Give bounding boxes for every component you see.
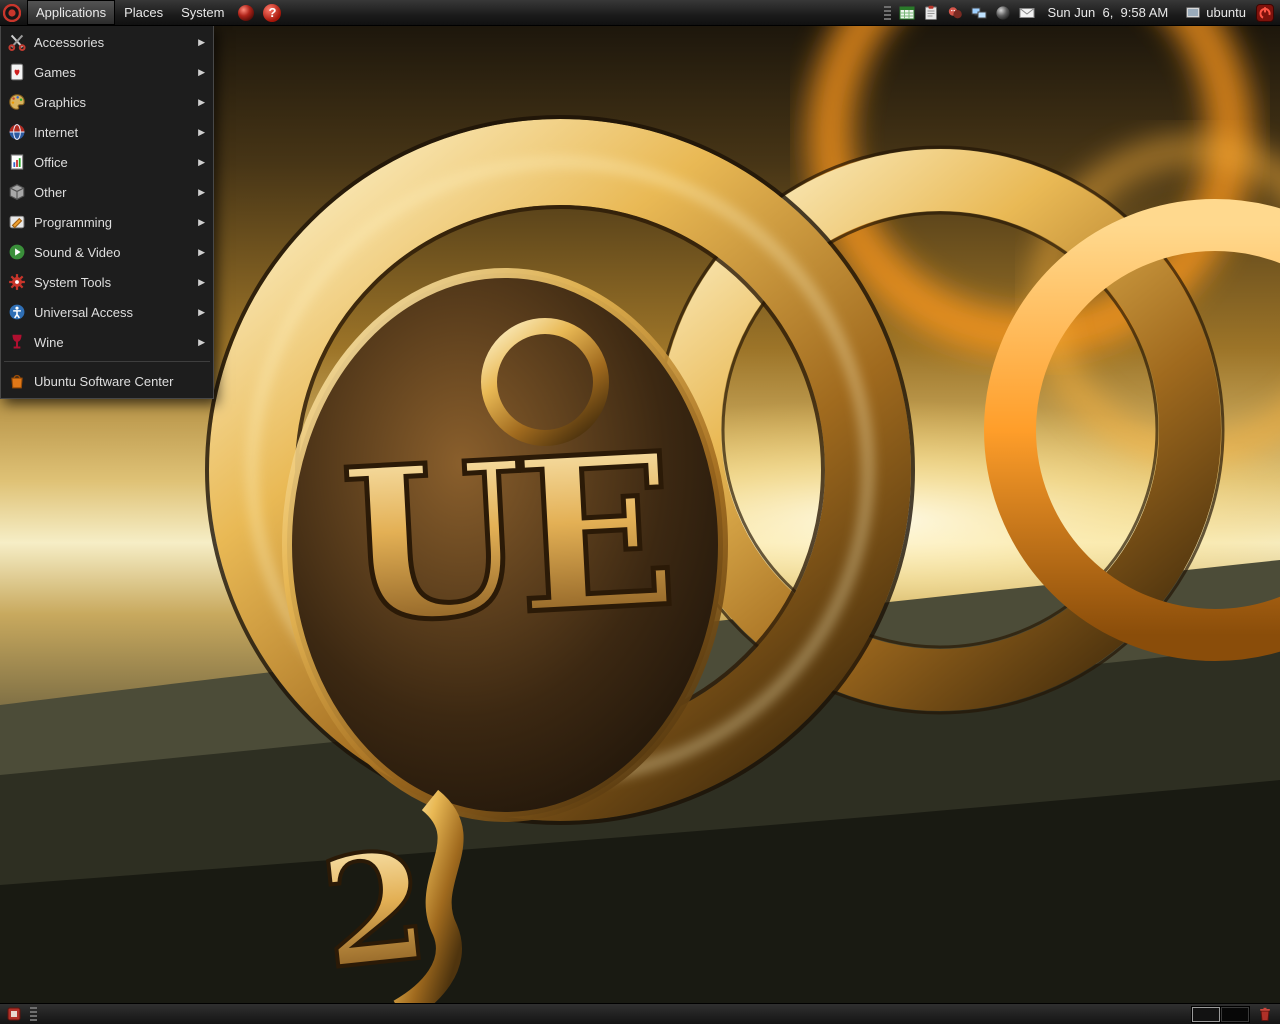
user-name-label: ubuntu [1206,5,1246,20]
workspace-switcher [1191,1005,1250,1023]
menu-system[interactable]: System [172,0,233,25]
menu-system-label: System [181,5,225,20]
menu-item-label: Wine [34,334,64,350]
menu-item-wine[interactable]: Wine ▶ [1,327,213,357]
wine-icon [8,333,26,351]
applications-menu: Accessories ▶ Games ▶ Graphics ▶ Interne… [0,25,214,399]
menu-item-label: Internet [34,124,79,140]
menu-item-software-center[interactable]: Ubuntu Software Center [1,366,213,396]
mail-indicator-icon[interactable] [1018,4,1036,22]
system-tools-icon [8,273,26,291]
graphics-icon [8,93,26,111]
messaging-indicator-icon[interactable] [946,4,964,22]
menu-item-programming[interactable]: Programming ▶ [1,207,213,237]
tray-grip[interactable] [883,5,891,20]
sound-video-icon [8,243,26,261]
top-panel: Applications Places System ? Sun Jun 6, … [0,0,1280,26]
menu-item-label: Graphics [34,94,87,110]
menu-item-label: System Tools [34,274,112,290]
trash-applet-icon[interactable] [1257,1006,1274,1023]
spreadsheet-indicator-icon[interactable] [898,4,916,22]
menu-item-label: Accessories [34,34,105,50]
network-indicator-icon[interactable] [970,4,988,22]
menu-item-sound-video[interactable]: Sound & Video ▶ [1,237,213,267]
submenu-arrow-icon: ▶ [198,306,205,317]
menu-item-label: Programming [34,214,113,230]
games-icon [8,63,26,81]
browser-launcher-icon[interactable] [237,4,255,22]
software-center-icon [8,372,26,390]
menu-item-accessories[interactable]: Accessories ▶ [1,27,213,57]
menu-item-label: Universal Access [34,304,133,320]
menu-applications-label: Applications [36,5,107,20]
menu-item-internet[interactable]: Internet ▶ [1,117,213,147]
menu-item-universal-access[interactable]: Universal Access ▶ [1,297,213,327]
workspace-1[interactable] [1192,1006,1220,1022]
menu-applications[interactable]: Applications [27,0,116,25]
user-switcher[interactable]: ubuntu [1177,0,1254,25]
menu-item-office[interactable]: Office ▶ [1,147,213,177]
accessories-icon [8,33,26,51]
submenu-arrow-icon: ▶ [198,246,205,257]
user-session-icon [1186,6,1201,18]
show-desktop-button[interactable] [6,1006,23,1023]
bottom-panel [0,1003,1280,1024]
other-icon [8,183,26,201]
menu-item-label: Other [34,184,67,200]
clock-applet[interactable]: Sun Jun 6, 9:58 AM [1048,5,1169,20]
menu-item-graphics[interactable]: Graphics ▶ [1,87,213,117]
wallpaper-accent-text: 2 [314,817,436,1003]
menu-item-label: Office [34,154,68,170]
office-icon [8,153,26,171]
volume-indicator-icon[interactable] [994,4,1012,22]
menu-places-label: Places [124,5,164,20]
submenu-arrow-icon: ▶ [198,96,205,107]
programming-icon [8,213,26,231]
submenu-arrow-icon: ▶ [198,216,205,227]
clipboard-indicator-icon[interactable] [922,4,940,22]
menu-item-system-tools[interactable]: System Tools ▶ [1,267,213,297]
menu-item-label: Games [34,64,76,80]
window-list-grip[interactable] [30,1007,37,1021]
distro-logo-icon[interactable] [3,3,23,23]
workspace-2[interactable] [1221,1006,1249,1022]
menu-item-label: Sound & Video [34,244,121,260]
submenu-arrow-icon: ▶ [198,66,205,77]
submenu-arrow-icon: ▶ [198,336,205,347]
menu-item-games[interactable]: Games ▶ [1,57,213,87]
help-launcher-icon[interactable]: ? [263,3,282,22]
wallpaper-logo-text: UE [337,407,673,671]
submenu-arrow-icon: ▶ [198,186,205,197]
internet-icon [8,123,26,141]
menu-places[interactable]: Places [115,0,172,25]
shutdown-button[interactable] [1256,3,1276,23]
submenu-arrow-icon: ▶ [198,276,205,287]
submenu-arrow-icon: ▶ [198,156,205,167]
submenu-arrow-icon: ▶ [198,126,205,137]
menu-separator [4,361,210,362]
question-mark-glyph: ? [268,5,277,20]
submenu-arrow-icon: ▶ [198,36,205,47]
menu-item-other[interactable]: Other ▶ [1,177,213,207]
universal-access-icon [8,303,26,321]
menu-item-label: Ubuntu Software Center [34,373,174,389]
